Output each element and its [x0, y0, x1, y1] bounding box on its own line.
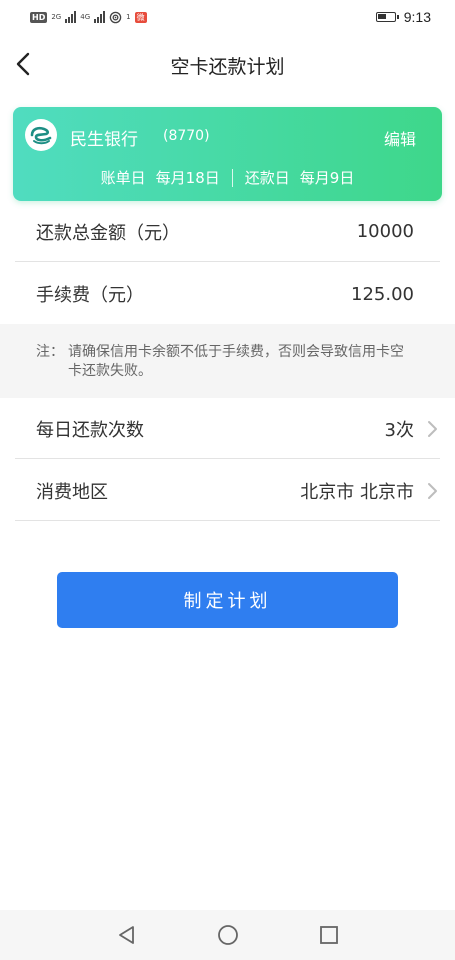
signal-icon: [94, 11, 106, 23]
nav-back-button[interactable]: [76, 910, 177, 960]
daily-times-value-group: 3次: [385, 416, 440, 442]
notice-text: 请确保信用卡余额不低于手续费，否则会导致信用卡空卡还款失败。: [68, 344, 404, 379]
daily-times-label: 每日还款次数: [36, 419, 144, 441]
region-label: 消费地区: [36, 481, 108, 503]
bill-day-value: 每月18日: [155, 169, 220, 187]
bank-logo-icon: [30, 126, 52, 145]
repay-day: 还款日 每月9日: [245, 167, 355, 188]
nav-recent-button[interactable]: [278, 910, 379, 960]
bank-card: 民生银行 (8770) 编辑 账单日 每月18日 还款日 每月9日: [13, 107, 442, 201]
bank-name: 民生银行: [70, 130, 138, 150]
fee-value: 125.00: [351, 283, 414, 305]
circle-home-icon: [217, 925, 238, 945]
bank-logo: [25, 119, 57, 151]
signal-icon: [65, 11, 77, 23]
consumption-region-row[interactable]: 消费地区 北京市 北京市: [15, 461, 440, 521]
fee-label: 手续费（元）: [36, 285, 144, 306]
bill-day: 账单日 每月18日: [101, 167, 220, 188]
daily-times-row[interactable]: 每日还款次数 3次: [15, 399, 440, 459]
daily-times-value: 3次: [384, 419, 414, 441]
region-value: 北京市 北京市: [300, 481, 414, 503]
chevron-right-icon: [428, 482, 437, 499]
card-dates: 账单日 每月18日 还款日 每月9日: [13, 167, 442, 188]
status-bar: HD 2G 4G 1 微 9:13: [0, 0, 455, 34]
create-plan-button[interactable]: 制定计划: [57, 572, 398, 628]
chevron-right-icon: [428, 420, 437, 437]
bill-day-label: 账单日: [100, 169, 146, 187]
hd-indicator: HD: [30, 11, 48, 23]
system-nav-bar: [0, 910, 455, 960]
signal-2-label: 4G: [80, 12, 91, 21]
nav-home-button[interactable]: [177, 910, 278, 960]
square-recent-icon: [319, 926, 338, 944]
battery-fill: [377, 14, 386, 19]
region-value-group: 北京市 北京市: [300, 478, 440, 504]
battery-icon: [375, 12, 399, 22]
app-header: 空卡还款计划: [0, 34, 455, 96]
repay-day-label: 还款日: [244, 169, 290, 187]
notification-badge: 微: [134, 11, 147, 23]
wifi-badge: 1: [126, 12, 131, 21]
signal-1-label: 2G: [51, 12, 62, 21]
page-title: 空卡还款计划: [170, 56, 285, 78]
status-left-group: HD 2G 4G 1 微: [30, 11, 147, 24]
fee-row: 手续费（元） 125.00: [15, 264, 440, 324]
triangle-back-icon: [118, 926, 134, 944]
notice-box: 注： 请确保信用卡余额不低于手续费，否则会导致信用卡空卡还款失败。: [0, 324, 455, 398]
repay-day-value: 每月9日: [299, 169, 355, 187]
edit-card-link[interactable]: 编辑: [384, 126, 416, 150]
wifi-hotspot-icon: [109, 11, 122, 23]
total-amount-value: 10000: [356, 221, 414, 242]
date-divider: [231, 168, 233, 187]
status-time: 9:13: [403, 9, 431, 25]
status-right-group: 9:13: [375, 9, 431, 25]
total-amount-row: 还款总金额（元） 10000: [15, 202, 440, 262]
card-tail-number: (8770): [163, 128, 210, 144]
total-amount-label: 还款总金额（元）: [36, 222, 180, 244]
notice-prefix: 注：: [36, 344, 64, 360]
